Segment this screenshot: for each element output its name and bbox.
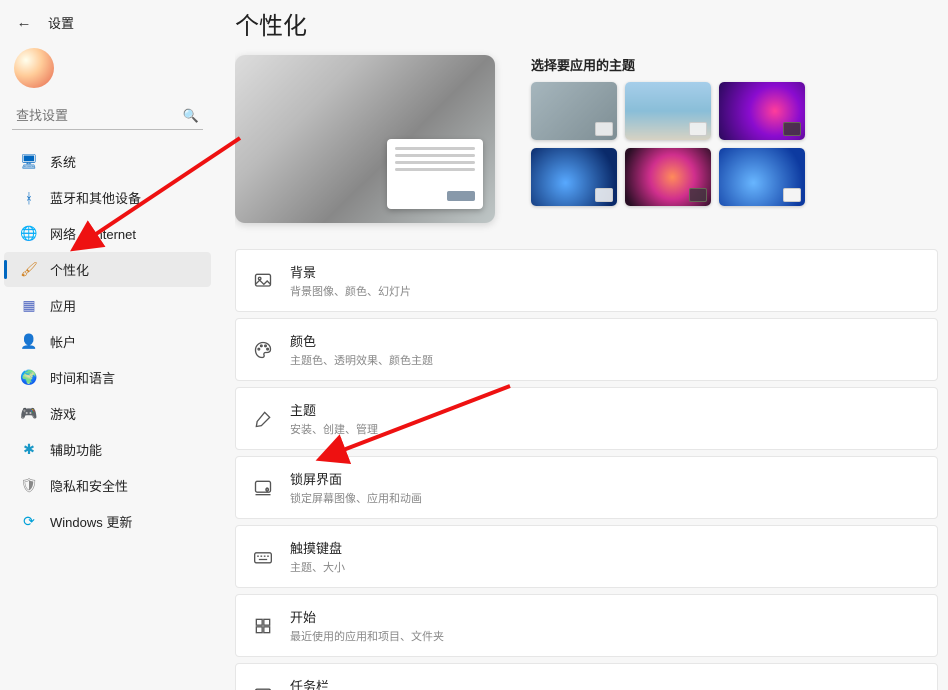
nav-icon: 🌐: [20, 225, 38, 243]
card-text: 开始 最近使用的应用和项目、文件夹: [290, 607, 444, 644]
card-title: 锁屏界面: [290, 469, 422, 488]
nav-label: 应用: [50, 296, 76, 315]
card-text: 触摸键盘 主题、大小: [290, 538, 345, 575]
card-icon: [252, 478, 274, 498]
card-subtitle: 主题、大小: [290, 559, 345, 575]
nav-label: 个性化: [50, 260, 89, 279]
card-title: 触摸键盘: [290, 538, 345, 557]
nav-label: 辅助功能: [50, 440, 102, 459]
settings-card-1[interactable]: 颜色 主题色、透明效果、颜色主题: [235, 318, 938, 381]
hero-row: 选择要应用的主题: [235, 55, 948, 223]
page-title: 个性化: [235, 6, 948, 41]
nav-item-0[interactable]: 🖥 系统: [4, 144, 211, 179]
desktop-preview[interactable]: [235, 55, 495, 223]
nav-item-7[interactable]: 🎮 游戏: [4, 396, 211, 431]
search-box[interactable]: 🔍: [12, 102, 203, 130]
nav-icon: ⟳: [20, 513, 38, 531]
nav-label: 隐私和安全性: [50, 476, 128, 495]
back-button[interactable]: ←: [14, 12, 34, 32]
card-title: 主题: [290, 400, 378, 419]
theme-option-2[interactable]: [625, 82, 711, 140]
themes-heading: 选择要应用的主题: [531, 55, 948, 74]
nav-icon: ▦: [20, 297, 38, 315]
nav-icon: 👤: [20, 333, 38, 351]
settings-card-4[interactable]: 触摸键盘 主题、大小: [235, 525, 938, 588]
nav-item-2[interactable]: 🌐 网络 & Internet: [4, 216, 211, 251]
card-icon: [252, 340, 274, 360]
preview-window: [387, 139, 483, 209]
nav-label: Windows 更新: [50, 512, 132, 531]
nav-item-5[interactable]: 👤 帐户: [4, 324, 211, 359]
settings-card-5[interactable]: 开始 最近使用的应用和项目、文件夹: [235, 594, 938, 657]
nav-label: 蓝牙和其他设备: [50, 188, 141, 207]
app-title: 设置: [48, 13, 74, 32]
card-title: 颜色: [290, 331, 433, 350]
nav-icon: 🖌: [20, 261, 38, 279]
theme-option-6[interactable]: [719, 148, 805, 206]
nav-item-3[interactable]: 🖌 个性化: [4, 252, 211, 287]
search-icon: 🔍: [183, 108, 199, 124]
settings-card-0[interactable]: 背景 背景图像、颜色、幻灯片: [235, 249, 938, 312]
card-title: 任务栏: [290, 676, 400, 690]
card-icon: [252, 547, 274, 567]
nav-item-8[interactable]: ✱ 辅助功能: [4, 432, 211, 467]
nav-label: 时间和语言: [50, 368, 115, 387]
nav-label: 游戏: [50, 404, 76, 423]
card-icon: [252, 616, 274, 636]
nav-list: 🖥 系统 ᚼ 蓝牙和其他设备 🌐 网络 & Internet 🖌 个性化 ▦ 应用 👤 帐户 🌍 时间和语…: [0, 144, 215, 539]
header-row: ← 设置: [0, 8, 215, 42]
theme-option-5[interactable]: [625, 148, 711, 206]
nav-icon: 🛡: [20, 477, 38, 495]
card-text: 锁屏界面 锁定屏幕图像、应用和动画: [290, 469, 422, 506]
nav-item-9[interactable]: 🛡 隐私和安全性: [4, 468, 211, 503]
card-icon: [252, 685, 274, 690]
nav-item-1[interactable]: ᚼ 蓝牙和其他设备: [4, 180, 211, 215]
card-icon: [252, 409, 274, 429]
nav-icon: ✱: [20, 441, 38, 459]
main-content: 个性化 选择要应用的主题 背景 背景图像、颜色、幻灯片 颜色 主题色、透明效: [235, 0, 948, 690]
card-text: 任务栏 任务栏行为、系统固定: [290, 676, 400, 690]
card-text: 主题 安装、创建、管理: [290, 400, 378, 437]
nav-icon: 🌍: [20, 369, 38, 387]
user-avatar[interactable]: [14, 48, 54, 88]
theme-option-4[interactable]: [531, 148, 617, 206]
search-input[interactable]: [12, 102, 203, 130]
nav-item-10[interactable]: ⟳ Windows 更新: [4, 504, 211, 539]
card-subtitle: 安装、创建、管理: [290, 421, 378, 437]
card-text: 颜色 主题色、透明效果、颜色主题: [290, 331, 433, 368]
nav-label: 帐户: [50, 332, 76, 351]
card-subtitle: 最近使用的应用和项目、文件夹: [290, 628, 444, 644]
settings-card-list: 背景 背景图像、颜色、幻灯片 颜色 主题色、透明效果、颜色主题 主题 安装、创建…: [235, 249, 948, 690]
nav-label: 系统: [50, 152, 76, 171]
nav-label: 网络 & Internet: [50, 224, 136, 243]
card-subtitle: 背景图像、颜色、幻灯片: [290, 283, 411, 299]
card-subtitle: 锁定屏幕图像、应用和动画: [290, 490, 422, 506]
nav-item-4[interactable]: ▦ 应用: [4, 288, 211, 323]
sidebar: ← 设置 🔍 🖥 系统 ᚼ 蓝牙和其他设备 🌐 网络 & Internet 🖌 个性化 ▦ 应用 👤…: [0, 0, 215, 690]
card-title: 背景: [290, 262, 411, 281]
theme-option-1[interactable]: [531, 82, 617, 140]
card-subtitle: 主题色、透明效果、颜色主题: [290, 352, 433, 368]
settings-card-6[interactable]: 任务栏 任务栏行为、系统固定: [235, 663, 938, 690]
card-icon: [252, 271, 274, 291]
theme-grid: [531, 82, 948, 206]
card-title: 开始: [290, 607, 444, 626]
nav-item-6[interactable]: 🌍 时间和语言: [4, 360, 211, 395]
card-text: 背景 背景图像、颜色、幻灯片: [290, 262, 411, 299]
nav-icon: 🖥: [20, 153, 38, 171]
theme-option-3[interactable]: [719, 82, 805, 140]
settings-card-2[interactable]: 主题 安装、创建、管理: [235, 387, 938, 450]
settings-card-3[interactable]: 锁屏界面 锁定屏幕图像、应用和动画: [235, 456, 938, 519]
nav-icon: 🎮: [20, 405, 38, 423]
nav-icon: ᚼ: [20, 189, 38, 207]
